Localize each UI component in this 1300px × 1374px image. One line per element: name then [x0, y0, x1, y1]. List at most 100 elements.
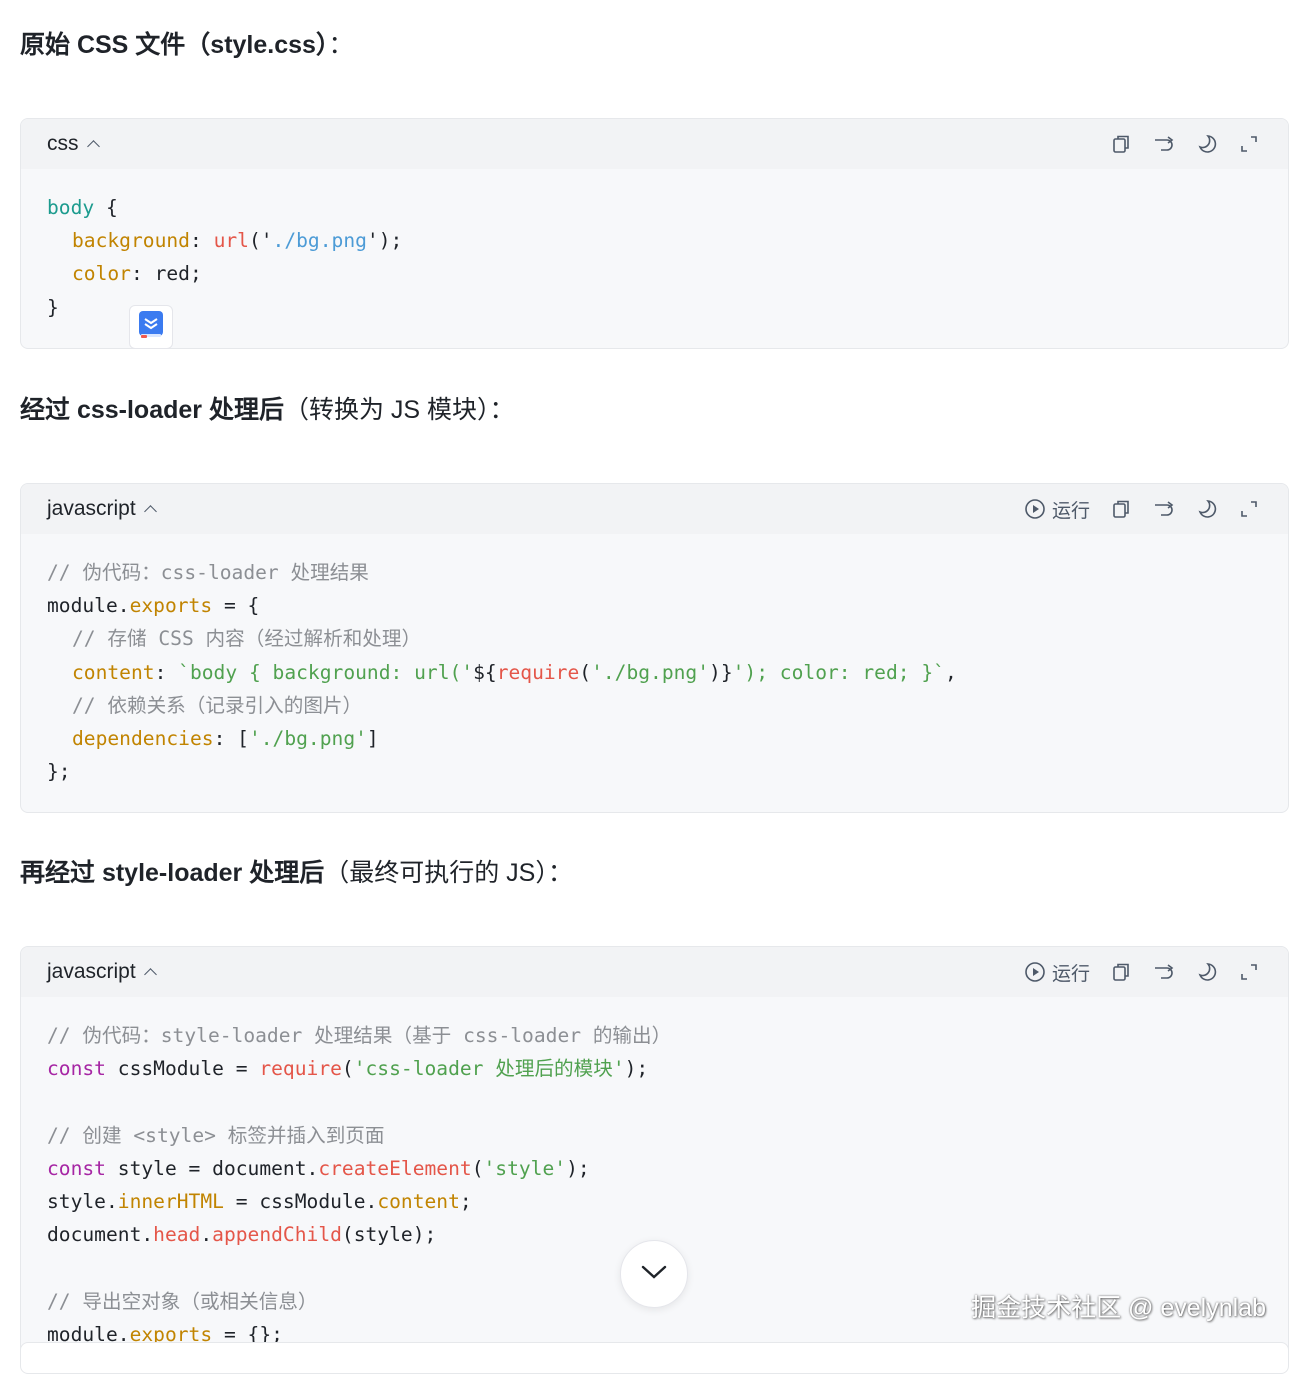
code-toolbar: 运行: [1004, 496, 1260, 522]
expand-button[interactable]: [1238, 961, 1260, 983]
code-toolbar: 运行: [1004, 959, 1260, 985]
expand-icon: [1238, 961, 1260, 983]
code-token: ');: [366, 229, 403, 253]
code-block-css-loader: javascript 运行 // 伪代码：css-loader 处理结果 modu…: [20, 483, 1289, 813]
wrap-icon: [1152, 498, 1176, 520]
section-heading-1-rest: ：: [328, 31, 354, 59]
wrap-button[interactable]: [1152, 133, 1176, 155]
code-token: {: [94, 196, 118, 219]
chevron-up-icon: [143, 505, 157, 518]
next-content-card: [20, 1342, 1289, 1374]
code-token: style = document.: [105, 1156, 319, 1180]
code-line: const style = document.createElement('st…: [47, 1152, 1262, 1185]
code-token: '); color: red; }`: [732, 660, 945, 684]
code-token: (: [579, 660, 592, 684]
code-line: content: `body { background: url('${requ…: [47, 656, 1262, 689]
run-button[interactable]: 运行: [1024, 496, 1090, 523]
code-block-header: css: [21, 119, 1288, 169]
code-line: style.innerHTML = cssModule.content;: [47, 1185, 1262, 1218]
code-token: :: [154, 660, 179, 684]
code-token: ,: [944, 660, 957, 684]
code-block-css: css body {background: url('./bg.png'); co…: [20, 118, 1289, 349]
language-toggle[interactable]: javascript: [47, 496, 157, 522]
code-token: (: [471, 1156, 484, 1180]
code-token: : [: [213, 726, 249, 750]
code-block-header: javascript 运行: [21, 484, 1288, 534]
wrap-button[interactable]: [1152, 961, 1176, 983]
code-line: // 存储 CSS 内容（经过解析和处理）: [47, 622, 1262, 655]
theme-moon-icon: [1196, 498, 1218, 520]
code-token: ]: [366, 726, 379, 750]
code-token: content: [377, 1189, 460, 1213]
watermark: 掘金技术社区 @ evelynlab: [971, 1294, 1266, 1322]
expand-button[interactable]: [1238, 498, 1260, 520]
theme-button[interactable]: [1196, 498, 1218, 520]
code-content: body {background: url('./bg.png'); color:…: [21, 169, 1288, 344]
code-line: };: [47, 755, 1262, 788]
code-token: document.: [47, 1223, 154, 1247]
code-token: (': [248, 229, 273, 253]
section-heading-3: 再经过 style-loader 处理后（最终可执行的 JS）：: [20, 856, 573, 890]
floating-app-button[interactable]: [129, 305, 173, 349]
code-token: style.: [47, 1189, 118, 1213]
code-token: // 导出空对象（或相关信息）: [47, 1289, 318, 1313]
code-token: color: [72, 262, 131, 286]
copy-button[interactable]: [1110, 498, 1132, 520]
code-token: );: [566, 1156, 590, 1180]
code-token: = {: [212, 594, 260, 618]
wrap-button[interactable]: [1152, 498, 1176, 520]
code-line: // 伪代码：style-loader 处理结果（基于 css-loader 的…: [47, 1019, 1262, 1052]
play-icon: [1024, 961, 1046, 983]
section-heading-1-bold: 原始 CSS 文件（style.css）: [20, 31, 329, 59]
chevron-up-icon: [86, 140, 100, 153]
code-token: innerHTML: [117, 1189, 224, 1213]
code-block-header: javascript 运行: [21, 947, 1288, 997]
bookmark-app-icon: [137, 310, 165, 345]
copy-button[interactable]: [1110, 133, 1132, 155]
play-icon: [1024, 498, 1046, 520]
code-content: // 伪代码：css-loader 处理结果 module.exports = {…: [21, 534, 1288, 808]
code-token: url: [213, 229, 249, 253]
code-line: const cssModule = require('css-loader 处理…: [47, 1052, 1262, 1085]
copy-button[interactable]: [1110, 961, 1132, 983]
theme-button[interactable]: [1196, 133, 1218, 155]
code-token: createElement: [318, 1156, 472, 1180]
code-token: 'css-loader 处理后的模块': [353, 1057, 625, 1081]
code-token: const: [47, 1057, 106, 1081]
code-token: head: [153, 1223, 201, 1247]
code-token: './bg.png': [591, 660, 710, 684]
theme-button[interactable]: [1196, 961, 1218, 983]
copy-icon: [1110, 961, 1132, 983]
run-button[interactable]: 运行: [1024, 959, 1090, 986]
language-toggle[interactable]: css: [47, 131, 100, 157]
code-token: require: [496, 660, 580, 684]
code-token: = cssModule.: [223, 1189, 378, 1213]
copy-icon: [1110, 498, 1132, 520]
code-token: 'style': [483, 1156, 567, 1180]
code-token: ${: [473, 660, 497, 684]
expand-icon: [1238, 498, 1260, 520]
scroll-down-button[interactable]: [620, 1240, 688, 1308]
language-label: javascript: [47, 497, 136, 520]
code-token: exports: [129, 594, 213, 618]
section-heading-3-rest: （最终可执行的 JS）：: [324, 859, 573, 887]
code-line: color: red;: [47, 257, 1262, 290]
code-token: module.: [47, 594, 130, 618]
code-token: // 创建 <style> 标签并插入到页面: [47, 1123, 385, 1147]
run-label: 运行: [1051, 963, 1090, 985]
language-toggle[interactable]: javascript: [47, 959, 157, 985]
code-token: }: [47, 295, 59, 319]
code-line: dependencies: ['./bg.png']: [47, 722, 1262, 755]
section-heading-3-bold: 再经过 style-loader 处理后: [20, 859, 325, 887]
code-token: `body { background: url(': [178, 660, 474, 684]
wrap-icon: [1152, 133, 1176, 155]
expand-button[interactable]: [1238, 133, 1260, 155]
code-line: // 依赖关系（记录引入的图片）: [47, 689, 1262, 722]
section-heading-2-bold: 经过 css-loader 处理后: [20, 396, 284, 424]
code-token: background: [72, 229, 190, 253]
code-token: };: [47, 760, 71, 784]
section-heading-2-rest: （转换为 JS 模块）：: [283, 396, 515, 424]
code-token: // 伪代码：css-loader 处理结果: [47, 561, 369, 584]
code-token: // 存储 CSS 内容（经过解析和处理）: [72, 627, 422, 651]
